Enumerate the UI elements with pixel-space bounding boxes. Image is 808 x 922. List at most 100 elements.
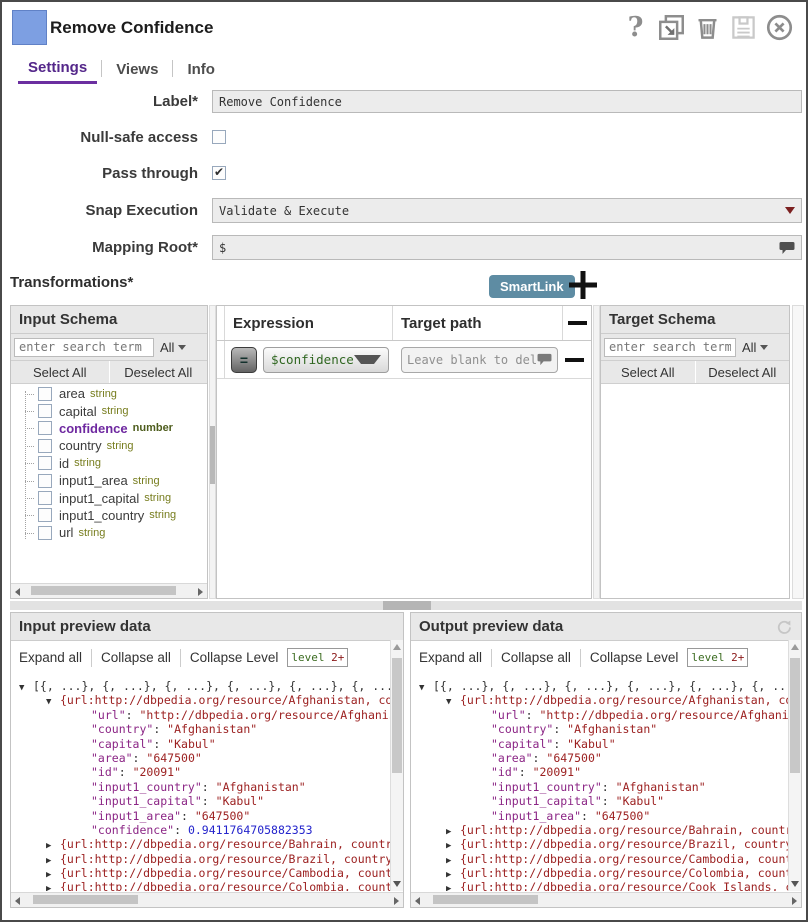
- expression-dropdown[interactable]: $confidence: [263, 347, 389, 373]
- scroll-thumb[interactable]: [33, 895, 138, 904]
- input-expand-all-button[interactable]: Expand all: [19, 650, 82, 665]
- schema-field-input1_capital[interactable]: input1_capitalstring: [11, 489, 207, 506]
- scroll-right-icon[interactable]: [198, 588, 203, 596]
- target-select-all-button[interactable]: Select All: [601, 361, 696, 383]
- schema-vscrollbar-left[interactable]: [209, 305, 216, 599]
- scroll-thumb[interactable]: [392, 658, 402, 773]
- scroll-left-icon[interactable]: [15, 588, 20, 596]
- input-deselect-all-button[interactable]: Deselect All: [110, 361, 208, 383]
- expand-arrow-icon[interactable]: ▶: [446, 882, 460, 891]
- collapse-arrow-icon[interactable]: ▼: [46, 695, 60, 707]
- input-schema-hscrollbar[interactable]: [11, 583, 207, 598]
- field-checkbox[interactable]: [38, 474, 52, 488]
- window-vscrollbar[interactable]: [792, 305, 804, 599]
- delete-snap-icon[interactable]: [693, 13, 722, 42]
- input-collapse-all-button[interactable]: Collapse all: [101, 650, 171, 665]
- tab-info[interactable]: Info: [177, 59, 225, 83]
- mapping-root-field[interactable]: $: [212, 235, 802, 260]
- output-expand-all-button[interactable]: Expand all: [419, 650, 482, 665]
- target-schema-filter-dropdown[interactable]: All: [736, 340, 774, 355]
- null-safe-checkbox[interactable]: [212, 130, 226, 144]
- output-collapse-level-button[interactable]: Collapse Level: [590, 650, 679, 665]
- select-caret-icon: [785, 207, 795, 214]
- field-checkbox[interactable]: [38, 491, 52, 505]
- schema-field-capital[interactable]: capitalstring: [11, 402, 207, 419]
- target-schema-search-input[interactable]: [604, 338, 736, 357]
- expand-arrow-icon[interactable]: ▶: [46, 839, 60, 851]
- scroll-down-icon[interactable]: [393, 881, 401, 887]
- expand-arrow-icon[interactable]: ▶: [446, 854, 460, 866]
- snap-execution-select[interactable]: Validate & Execute: [212, 198, 802, 223]
- input-schema-search-input[interactable]: [14, 338, 154, 357]
- scroll-left-icon[interactable]: [415, 897, 420, 905]
- scroll-down-icon[interactable]: [791, 881, 799, 887]
- close-icon[interactable]: [765, 13, 794, 42]
- expand-arrow-icon[interactable]: ▶: [46, 882, 60, 891]
- tab-views[interactable]: Views: [106, 59, 168, 83]
- collapse-arrow-icon[interactable]: ▼: [19, 681, 33, 693]
- schema-field-input1_country[interactable]: input1_countrystring: [11, 507, 207, 524]
- scroll-up-icon[interactable]: [393, 644, 401, 650]
- pass-through-checkbox[interactable]: ✔: [212, 166, 226, 180]
- input-preview-vscrollbar[interactable]: [390, 640, 403, 891]
- schema-field-id[interactable]: idstring: [11, 455, 207, 472]
- comment-icon[interactable]: [537, 353, 552, 366]
- help-icon[interactable]: ?: [621, 13, 650, 42]
- scroll-up-icon[interactable]: [791, 644, 799, 650]
- refresh-icon[interactable]: [775, 618, 793, 636]
- expression-toggle-button[interactable]: =: [231, 347, 257, 373]
- duplicate-icon[interactable]: [657, 13, 686, 42]
- input-preview-hscrollbar[interactable]: [11, 892, 403, 907]
- target-path-input[interactable]: Leave blank to delete: [401, 347, 558, 373]
- input-select-all-button[interactable]: Select All: [11, 361, 110, 383]
- field-checkbox[interactable]: [38, 526, 52, 540]
- schema-field-country[interactable]: countrystring: [11, 437, 207, 454]
- target-deselect-all-button[interactable]: Deselect All: [696, 361, 790, 383]
- field-checkbox[interactable]: [38, 387, 52, 401]
- collapse-arrow-icon[interactable]: ▼: [419, 681, 433, 693]
- tab-settings[interactable]: Settings: [18, 57, 97, 84]
- delete-row-button[interactable]: [558, 358, 591, 362]
- input-level-spinner[interactable]: level 2+: [287, 648, 348, 667]
- field-checkbox[interactable]: [38, 404, 52, 418]
- save-icon[interactable]: [729, 13, 758, 42]
- output-level-spinner[interactable]: level 2+: [687, 648, 748, 667]
- schema-field-input1_area[interactable]: input1_areastring: [11, 472, 207, 489]
- schema-vscrollbar-right[interactable]: [593, 305, 600, 599]
- scroll-thumb[interactable]: [433, 895, 538, 904]
- splitter-grip[interactable]: [383, 601, 431, 610]
- input-collapse-level-button[interactable]: Collapse Level: [190, 650, 279, 665]
- label-field[interactable]: Remove Confidence: [212, 90, 802, 113]
- field-checkbox[interactable]: [38, 456, 52, 470]
- output-collapse-all-button[interactable]: Collapse all: [501, 650, 571, 665]
- input-schema-filter-dropdown[interactable]: All: [154, 340, 192, 355]
- comment-icon[interactable]: [779, 241, 795, 255]
- field-checkbox[interactable]: [38, 421, 52, 435]
- remove-all-rows-button[interactable]: [563, 306, 591, 340]
- scroll-right-icon[interactable]: [394, 897, 399, 905]
- expand-arrow-icon[interactable]: ▶: [46, 854, 60, 866]
- schema-field-url[interactable]: urlstring: [11, 524, 207, 541]
- smartlink-button[interactable]: SmartLink: [489, 275, 575, 298]
- add-row-button[interactable]: [566, 268, 600, 307]
- panel-splitter[interactable]: [10, 601, 802, 610]
- output-preview-hscrollbar[interactable]: [411, 892, 801, 907]
- collapse-arrow-icon[interactable]: ▼: [446, 695, 460, 707]
- expand-arrow-icon[interactable]: ▶: [446, 825, 460, 837]
- json-line: ▶{url:http://dbpedia.org/resource/Cambod…: [11, 866, 390, 880]
- field-checkbox[interactable]: [38, 508, 52, 522]
- schema-field-confidence[interactable]: confidencenumber: [11, 420, 207, 437]
- scroll-right-icon[interactable]: [792, 897, 797, 905]
- output-preview-vscrollbar[interactable]: [788, 640, 801, 891]
- scroll-thumb[interactable]: [31, 586, 176, 595]
- scroll-left-icon[interactable]: [15, 897, 20, 905]
- field-type: string: [74, 457, 101, 469]
- scroll-thumb[interactable]: [790, 658, 800, 773]
- expand-arrow-icon[interactable]: ▶: [46, 868, 60, 880]
- json-line: ▶{url:http://dbpedia.org/resource/Cambod…: [411, 852, 788, 866]
- expand-arrow-icon[interactable]: ▶: [446, 868, 460, 880]
- expand-arrow-icon[interactable]: ▶: [446, 839, 460, 851]
- field-checkbox[interactable]: [38, 439, 52, 453]
- scroll-thumb[interactable]: [210, 426, 215, 484]
- schema-field-area[interactable]: areastring: [11, 385, 207, 402]
